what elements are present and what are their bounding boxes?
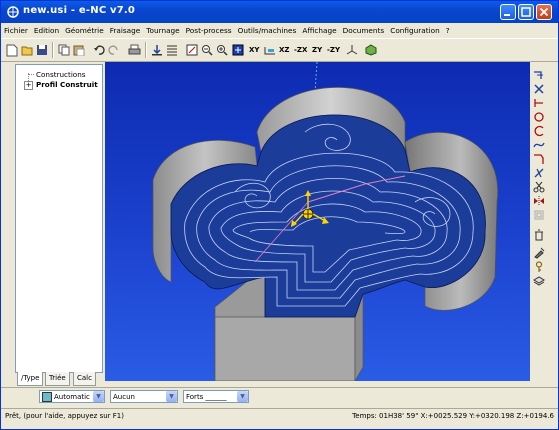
zoom-window-icon[interactable] bbox=[185, 43, 199, 57]
redo-icon[interactable] bbox=[107, 43, 121, 57]
scissors-icon[interactable] bbox=[533, 181, 545, 193]
undo-icon[interactable] bbox=[92, 43, 106, 57]
menu-outils-machines[interactable]: Outils/machines bbox=[235, 24, 300, 37]
trash-icon[interactable] bbox=[533, 229, 545, 241]
save-icon[interactable] bbox=[35, 43, 49, 57]
chevron-down-icon: ▼ bbox=[166, 391, 177, 402]
maximize-icon bbox=[521, 7, 531, 17]
window-title: new.usi - e-NC v7.0 bbox=[23, 5, 136, 16]
status-message: Prêt, (pour l'aide, appuyez sur F1) bbox=[5, 412, 124, 420]
zoom-in-icon[interactable] bbox=[215, 43, 229, 57]
select-icon[interactable] bbox=[533, 69, 545, 81]
menu-edition[interactable]: Edition bbox=[31, 24, 62, 37]
3d-viewport[interactable] bbox=[105, 62, 530, 381]
toolpath-scene bbox=[152, 62, 499, 381]
print-icon[interactable] bbox=[127, 43, 141, 57]
close-button[interactable] bbox=[536, 4, 552, 20]
chamfer-icon[interactable] bbox=[533, 153, 545, 165]
menu-geometrie[interactable]: Géométrie bbox=[62, 24, 107, 37]
new-file-icon[interactable] bbox=[5, 43, 19, 57]
menu-configuration[interactable]: Configuration bbox=[387, 24, 443, 37]
app-window: new.usi - e-NC v7.0 Fichier Edition Géomét… bbox=[0, 0, 559, 430]
tab-triee[interactable]: Triée bbox=[45, 372, 70, 386]
tree-item-profil-construit[interactable]: Profil Construit bbox=[36, 80, 98, 89]
tree-connector bbox=[28, 74, 34, 75]
line-style-select[interactable]: Aucun ▼ bbox=[110, 390, 178, 403]
import-icon[interactable] bbox=[150, 43, 164, 57]
toolbar-separator bbox=[145, 42, 147, 58]
tab-calc[interactable]: Calc bbox=[73, 372, 96, 386]
toolbar-separator bbox=[52, 42, 54, 58]
chevron-down-icon: ▼ bbox=[93, 391, 104, 402]
offset-icon[interactable] bbox=[533, 209, 545, 221]
paste-icon[interactable] bbox=[72, 43, 86, 57]
layers-icon[interactable] bbox=[533, 275, 545, 287]
minimize-button[interactable] bbox=[500, 4, 516, 20]
mirror-icon[interactable] bbox=[533, 195, 545, 207]
circle-icon[interactable] bbox=[533, 111, 545, 123]
line-icon[interactable] bbox=[533, 97, 545, 109]
view-xz-button[interactable]: XZ bbox=[279, 46, 289, 54]
solid-view-icon[interactable] bbox=[364, 43, 378, 57]
menu-tournage[interactable]: Tournage bbox=[143, 24, 182, 37]
menu-bar: Fichier Edition Géométrie Fraisage Tournage P… bbox=[1, 24, 558, 37]
status-bar: Prêt, (pour l'aide, appuyez sur F1) Temp… bbox=[1, 408, 558, 423]
properties-icon[interactable] bbox=[533, 247, 545, 259]
maximize-button[interactable] bbox=[518, 4, 534, 20]
close-icon bbox=[539, 7, 549, 17]
axes-icon[interactable] bbox=[345, 43, 359, 57]
delete-cross-icon[interactable] bbox=[533, 83, 545, 95]
zoom-out-icon[interactable] bbox=[200, 43, 214, 57]
tab-type[interactable]: /Type bbox=[17, 372, 44, 386]
menu-fraisage[interactable]: Fraisage bbox=[107, 24, 144, 37]
menu-help[interactable]: ? bbox=[443, 24, 453, 37]
stem-wall-front bbox=[214, 316, 356, 381]
view-minus-zx-button[interactable]: -ZX bbox=[294, 46, 307, 54]
menu-affichage[interactable]: Affichage bbox=[299, 24, 339, 37]
expand-icon[interactable]: + bbox=[24, 81, 33, 90]
tree-tabs: /Type Triée Calc bbox=[15, 372, 103, 386]
spline-icon[interactable] bbox=[533, 139, 545, 151]
menu-post-process[interactable]: Post-process bbox=[183, 24, 235, 37]
menu-fichier[interactable]: Fichier bbox=[1, 24, 31, 37]
menu-documents[interactable]: Documents bbox=[340, 24, 388, 37]
line-weight-select[interactable]: Forts ______ ▼ bbox=[183, 390, 249, 403]
chevron-down-icon: ▼ bbox=[237, 391, 248, 402]
color-select-value: Automatic bbox=[54, 393, 90, 401]
list-icon[interactable] bbox=[165, 43, 179, 57]
key-icon[interactable] bbox=[533, 261, 545, 273]
line-weight-value: Forts ______ bbox=[186, 393, 227, 401]
line-style-value: Aucun bbox=[113, 393, 135, 401]
tree-item-constructions[interactable]: Constructions bbox=[36, 70, 86, 79]
view-iso-icon[interactable] bbox=[263, 43, 277, 57]
right-toolbar bbox=[531, 63, 547, 293]
view-xy-button[interactable]: XY bbox=[249, 46, 259, 54]
view-minus-zy-button[interactable]: -ZY bbox=[327, 46, 340, 54]
color-swatch bbox=[42, 392, 52, 402]
title-bar: new.usi - e-NC v7.0 bbox=[1, 1, 558, 23]
arc-icon[interactable] bbox=[533, 125, 545, 137]
view-zy-button[interactable]: ZY bbox=[312, 46, 322, 54]
open-folder-icon[interactable] bbox=[20, 43, 34, 57]
zoom-all-icon[interactable] bbox=[231, 43, 245, 57]
construction-tree: Constructions + Profil Construit bbox=[15, 64, 103, 373]
status-coordinates: Temps: 01H38' 59" X:+0025.529 Y:+0320.19… bbox=[352, 412, 554, 420]
copy-icon[interactable] bbox=[57, 43, 71, 57]
minimize-icon bbox=[504, 14, 510, 16]
color-select[interactable]: Automatic ▼ bbox=[39, 390, 105, 403]
app-icon bbox=[7, 6, 19, 18]
main-toolbar: XY XZ -ZX ZY -ZY bbox=[1, 38, 558, 62]
trim-icon[interactable] bbox=[533, 167, 545, 179]
